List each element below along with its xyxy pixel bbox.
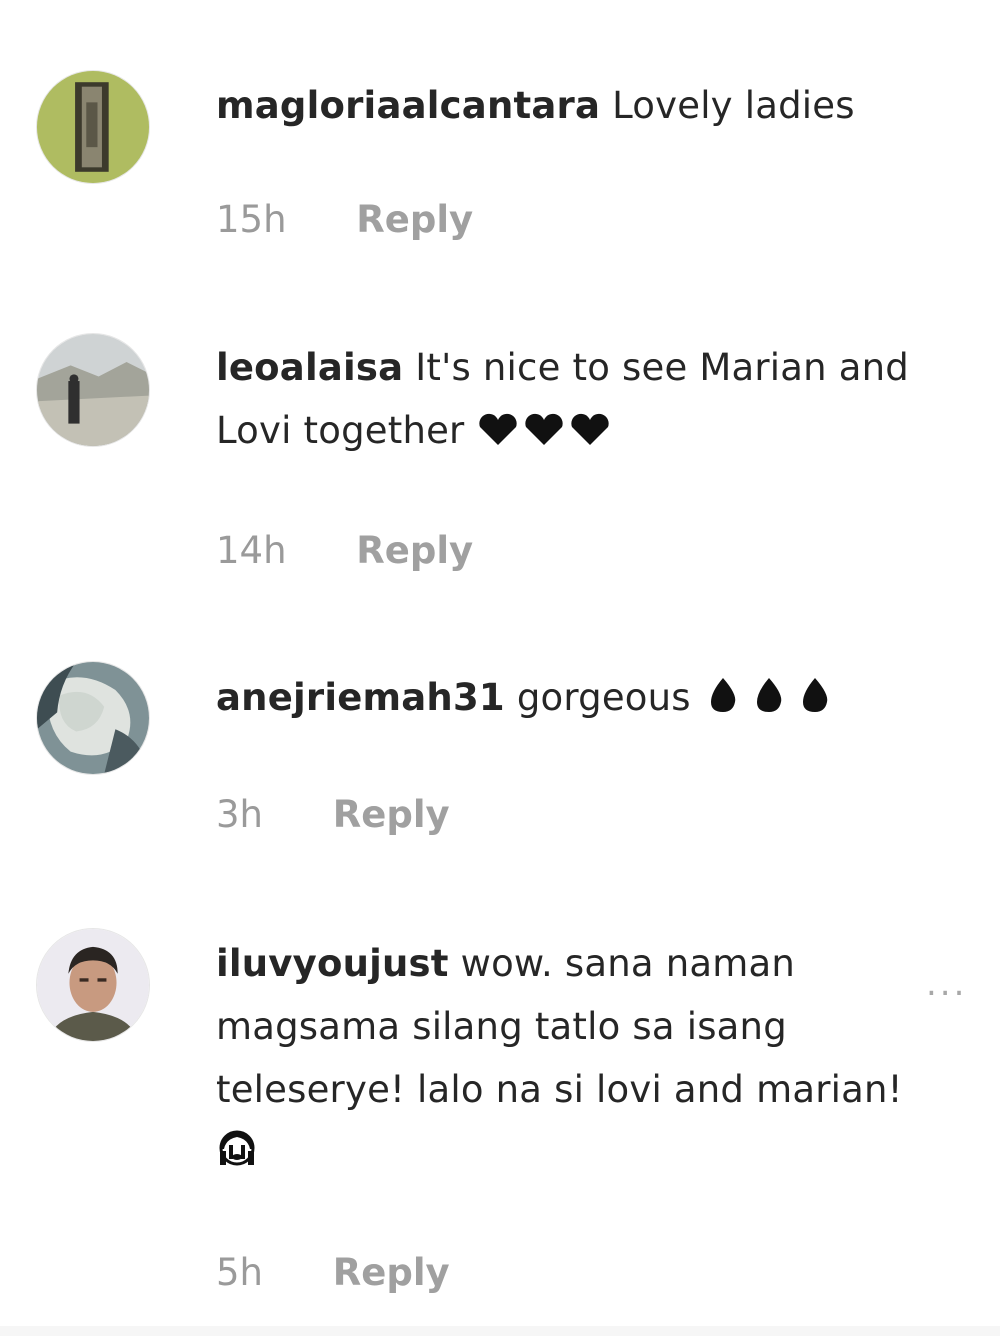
avatar-landscape-person-icon xyxy=(37,334,149,446)
crying-face-icon xyxy=(216,1125,258,1188)
comment-username[interactable]: magloriaalcantara xyxy=(216,84,600,127)
avatar[interactable] xyxy=(36,661,150,775)
reply-button[interactable]: Reply xyxy=(333,1248,450,1298)
more-options-button[interactable]: ... xyxy=(926,964,967,1004)
comment-timestamp: 3h xyxy=(216,793,263,836)
reply-button[interactable]: Reply xyxy=(333,790,450,840)
avatar-portrait-icon xyxy=(37,662,149,774)
comment-text: gorgeous xyxy=(516,676,691,719)
avatar-person-standing-icon xyxy=(37,71,149,183)
reply-button[interactable]: Reply xyxy=(356,526,473,576)
comment-text: Lovely ladies xyxy=(612,84,855,127)
comment-timestamp: 15h xyxy=(216,198,287,241)
reply-button[interactable]: Reply xyxy=(356,195,473,245)
comment-username[interactable]: leoalaisa xyxy=(216,346,403,389)
black-heart-icon xyxy=(476,403,616,466)
comment-timestamp: 14h xyxy=(216,529,287,572)
avatar[interactable] xyxy=(36,333,150,447)
avatar[interactable] xyxy=(36,928,150,1042)
avatar-man-face-icon xyxy=(37,929,149,1041)
comment-timestamp: 5h xyxy=(216,1251,263,1294)
fire-icon xyxy=(703,670,843,733)
avatar[interactable] xyxy=(36,70,150,184)
comment-username[interactable]: iluvyoujust xyxy=(216,942,449,985)
divider xyxy=(0,1326,1000,1336)
comment-username[interactable]: anejriemah31 xyxy=(216,676,505,719)
